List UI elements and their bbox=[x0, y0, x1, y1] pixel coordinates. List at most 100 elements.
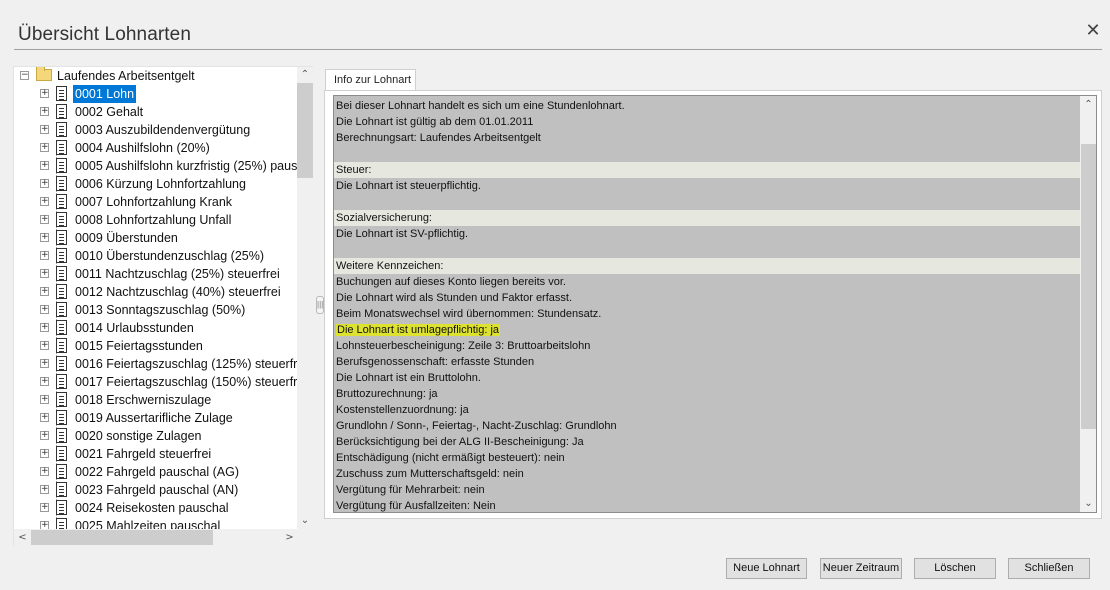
tree-root-label: Laufendes Arbeitsentgelt bbox=[57, 69, 195, 83]
tree-item[interactable]: +0017 Feiertagszuschlag (150%) steuerfre… bbox=[14, 373, 297, 391]
expand-icon[interactable]: + bbox=[40, 89, 49, 98]
expand-icon[interactable]: + bbox=[40, 287, 49, 296]
tree-item[interactable]: +0024 Reisekosten pauschal bbox=[14, 499, 297, 517]
info-line: Lohnsteuerbescheinigung: Zeile 3: Brutto… bbox=[336, 340, 591, 352]
tree-item-label: 0010 Überstundenzuschlag (25%) bbox=[75, 249, 265, 263]
scroll-down-arrow-icon[interactable]: ⌄ bbox=[1080, 495, 1096, 512]
expand-icon[interactable]: + bbox=[40, 467, 49, 476]
document-icon bbox=[56, 482, 67, 497]
expand-icon[interactable]: + bbox=[40, 179, 49, 188]
document-icon bbox=[56, 392, 67, 407]
tree-item[interactable]: +0023 Fahrgeld pauschal (AN) bbox=[14, 481, 297, 499]
new-wage-type-button[interactable]: Neue Lohnart bbox=[726, 558, 807, 579]
tree-item-label: 0017 Feiertagszuschlag (150%) steuerfrei bbox=[75, 375, 297, 389]
info-vertical-scrollbar[interactable]: ⌃ ⌄ bbox=[1080, 96, 1096, 512]
document-icon bbox=[56, 428, 67, 443]
tree-item[interactable]: +0003 Auszubildendenvergütung bbox=[14, 121, 297, 139]
scroll-right-arrow-icon[interactable]: > bbox=[281, 529, 298, 546]
scroll-down-arrow-icon[interactable]: ⌄ bbox=[297, 513, 313, 529]
scroll-thumb[interactable] bbox=[1081, 144, 1096, 429]
document-icon bbox=[56, 230, 67, 245]
new-period-button[interactable]: Neuer Zeitraum bbox=[820, 558, 902, 579]
scroll-left-arrow-icon[interactable]: < bbox=[14, 529, 31, 546]
tree-item[interactable]: +0018 Erschwerniszulage bbox=[14, 391, 297, 409]
tree-item[interactable]: +0022 Fahrgeld pauschal (AG) bbox=[14, 463, 297, 481]
tree-item[interactable]: +0015 Feiertagsstunden bbox=[14, 337, 297, 355]
tree-item[interactable]: +0009 Überstunden bbox=[14, 229, 297, 247]
info-section-header: Sozialversicherung: bbox=[334, 210, 1080, 226]
expand-icon[interactable]: + bbox=[40, 323, 49, 332]
expand-icon[interactable]: + bbox=[40, 431, 49, 440]
expand-icon[interactable]: + bbox=[40, 359, 49, 368]
panel-splitter-handle[interactable]: ||| bbox=[316, 296, 324, 314]
document-icon bbox=[56, 212, 67, 227]
tree-item[interactable]: +0020 sonstige Zulagen bbox=[14, 427, 297, 445]
info-line bbox=[334, 146, 1080, 162]
expand-icon[interactable]: + bbox=[40, 125, 49, 134]
tree-item-label: 0001 Lohn bbox=[73, 85, 137, 103]
collapse-icon[interactable]: − bbox=[20, 71, 29, 80]
expand-icon[interactable]: + bbox=[40, 107, 49, 116]
tab-info-lohnart[interactable]: Info zur Lohnart bbox=[325, 69, 416, 91]
tree-item-label: 0012 Nachtzuschlag (40%) steuerfrei bbox=[75, 285, 281, 299]
tree-item[interactable]: +0011 Nachtzuschlag (25%) steuerfrei bbox=[14, 265, 297, 283]
expand-icon[interactable]: + bbox=[40, 395, 49, 404]
document-icon bbox=[56, 86, 67, 101]
expand-icon[interactable]: + bbox=[40, 521, 49, 529]
document-icon bbox=[56, 122, 67, 137]
scroll-thumb[interactable] bbox=[297, 83, 313, 178]
document-icon bbox=[56, 464, 67, 479]
tree-item[interactable]: +0012 Nachtzuschlag (40%) steuerfrei bbox=[14, 283, 297, 301]
tree-item[interactable]: +0004 Aushilfslohn (20%) bbox=[14, 139, 297, 157]
scroll-up-arrow-icon[interactable]: ⌃ bbox=[297, 67, 313, 83]
delete-button[interactable]: Löschen bbox=[914, 558, 996, 579]
tree-item-label: 0023 Fahrgeld pauschal (AN) bbox=[75, 483, 239, 497]
tree-item[interactable]: +0014 Urlaubsstunden bbox=[14, 319, 297, 337]
tree-vertical-scrollbar[interactable]: ⌃ ⌄ bbox=[297, 67, 313, 529]
expand-icon[interactable]: + bbox=[40, 485, 49, 494]
expand-icon[interactable]: + bbox=[40, 197, 49, 206]
tree-item[interactable]: +0019 Aussertarifliche Zulage bbox=[14, 409, 297, 427]
info-line: Die Lohnart ist steuerpflichtig. bbox=[336, 180, 481, 192]
tree-item[interactable]: +0001 Lohn bbox=[14, 85, 297, 103]
close-icon[interactable]: ✕ bbox=[1085, 20, 1101, 40]
info-section-header: Steuer: bbox=[334, 162, 1080, 178]
expand-icon[interactable]: + bbox=[40, 305, 49, 314]
tree-item-label: 0016 Feiertagszuschlag (125%) steuerfrei bbox=[75, 357, 297, 371]
info-line: Die Lohnart ist gültig ab dem 01.01.2011 bbox=[336, 116, 534, 128]
info-line: Entschädigung (nicht ermäßigt besteuert)… bbox=[336, 452, 565, 464]
expand-icon[interactable]: + bbox=[40, 269, 49, 278]
tree-root-node[interactable]: − Laufendes Arbeitsentgelt bbox=[14, 67, 297, 85]
scroll-up-arrow-icon[interactable]: ⌃ bbox=[1080, 96, 1096, 113]
expand-icon[interactable]: + bbox=[40, 377, 49, 386]
info-textbox[interactable]: Bei dieser Lohnart handelt es sich um ei… bbox=[333, 95, 1097, 513]
expand-icon[interactable]: + bbox=[40, 503, 49, 512]
tree-item[interactable]: +0010 Überstundenzuschlag (25%) bbox=[14, 247, 297, 265]
expand-icon[interactable]: + bbox=[40, 233, 49, 242]
tree-item[interactable]: +0021 Fahrgeld steuerfrei bbox=[14, 445, 297, 463]
tree-item[interactable]: +0002 Gehalt bbox=[14, 103, 297, 121]
tree-item[interactable]: +0006 Kürzung Lohnfortzahlung bbox=[14, 175, 297, 193]
expand-icon[interactable]: + bbox=[40, 413, 49, 422]
tree-item[interactable]: +0016 Feiertagszuschlag (125%) steuerfre… bbox=[14, 355, 297, 373]
title-divider bbox=[14, 49, 1102, 50]
expand-icon[interactable]: + bbox=[40, 251, 49, 260]
tree-horizontal-scrollbar[interactable]: < > bbox=[14, 529, 314, 546]
close-button[interactable]: Schließen bbox=[1008, 558, 1090, 579]
scroll-thumb[interactable] bbox=[31, 530, 213, 545]
tree-item-label: 0025 Mahlzeiten pauschal bbox=[75, 519, 221, 529]
expand-icon[interactable]: + bbox=[40, 341, 49, 350]
tree-item-label: 0020 sonstige Zulagen bbox=[75, 429, 202, 443]
expand-icon[interactable]: + bbox=[40, 215, 49, 224]
expand-icon[interactable]: + bbox=[40, 161, 49, 170]
tree-item[interactable]: +0005 Aushilfslohn kurzfristig (25%) pau… bbox=[14, 157, 297, 175]
tree-item[interactable]: +0025 Mahlzeiten pauschal bbox=[14, 517, 297, 529]
expand-icon[interactable]: + bbox=[40, 449, 49, 458]
tree-item[interactable]: +0008 Lohnfortzahlung Unfall bbox=[14, 211, 297, 229]
tree-item[interactable]: +0013 Sonntagszuschlag (50%) bbox=[14, 301, 297, 319]
expand-icon[interactable]: + bbox=[40, 143, 49, 152]
tree-item[interactable]: +0007 Lohnfortzahlung Krank bbox=[14, 193, 297, 211]
tree-item-label: 0005 Aushilfslohn kurzfristig (25%) paus… bbox=[75, 159, 297, 173]
wage-type-tree[interactable]: − Laufendes Arbeitsentgelt +0001 Lohn +00… bbox=[13, 66, 314, 546]
info-line: Die Lohnart ist SV-pflichtig. bbox=[336, 228, 469, 240]
